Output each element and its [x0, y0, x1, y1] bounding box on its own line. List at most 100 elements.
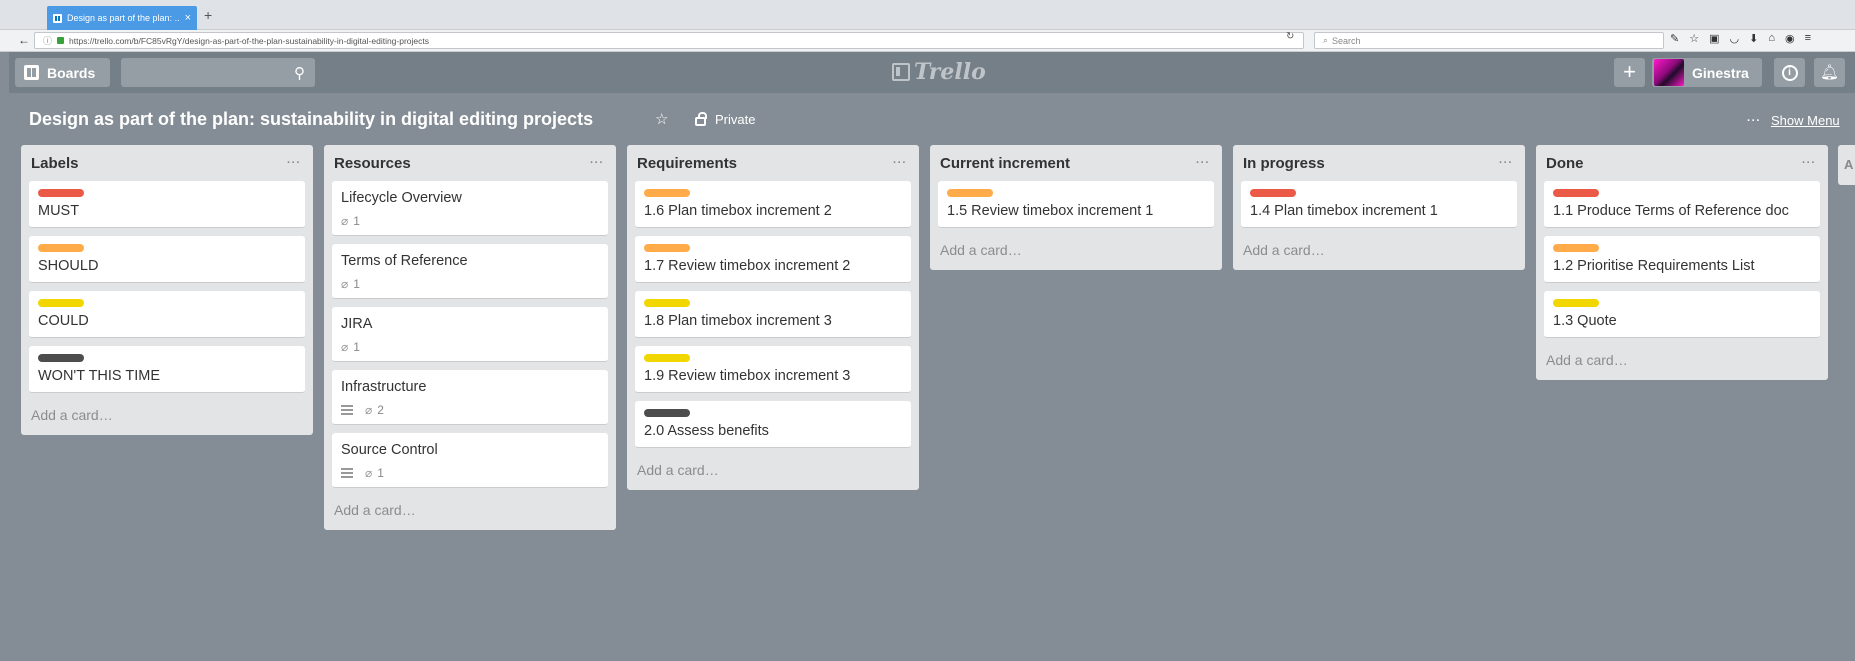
visibility-label: Private	[715, 112, 756, 127]
download-icon[interactable]: ⬇	[1749, 32, 1758, 45]
description-badge	[341, 468, 353, 478]
card-title: 1.4 Plan timebox increment 1	[1250, 203, 1438, 219]
card[interactable]: Source Control ⌀ 1	[332, 433, 608, 488]
bookmark-star-icon[interactable]: ☆	[1689, 32, 1699, 45]
add-card-button[interactable]: Add a card…	[938, 236, 1214, 270]
notifications-button[interactable]: 🔔︎	[1814, 58, 1845, 87]
card-label	[1553, 244, 1599, 252]
browser-search-input[interactable]: ⌕ Search	[1314, 32, 1664, 49]
home-icon[interactable]: ⌂	[1768, 32, 1775, 45]
address-bar[interactable]: ⓘ https://trello.com/b/FC85vRgY/design-a…	[34, 32, 1304, 49]
card[interactable]: 1.8 Plan timebox increment 3	[635, 291, 911, 338]
browser-nav-bar: ← ⓘ https://trello.com/b/FC85vRgY/design…	[0, 30, 1855, 52]
list-menu-icon[interactable]: ···	[893, 157, 907, 169]
list-title[interactable]: Labels	[31, 155, 79, 172]
card-title: WON'T THIS TIME	[38, 368, 160, 384]
card[interactable]: Infrastructure ⌀ 2	[332, 370, 608, 425]
tab-close-icon[interactable]: ×	[185, 12, 191, 24]
card[interactable]: 1.2 Prioritise Requirements List	[1544, 236, 1820, 283]
paperclip-icon: ⌀	[365, 403, 373, 417]
card[interactable]: Terms of Reference ⌀ 1	[332, 244, 608, 299]
info-button[interactable]: i	[1774, 58, 1805, 87]
card[interactable]: Lifecycle Overview ⌀ 1	[332, 181, 608, 236]
info-icon: i	[1781, 64, 1798, 81]
add-card-button[interactable]: Add a card…	[29, 401, 305, 435]
clipboard-icon[interactable]: ▣	[1709, 32, 1719, 45]
card[interactable]: 1.1 Produce Terms of Reference doc	[1544, 181, 1820, 228]
list-header: Done ···	[1544, 145, 1820, 181]
lock-icon	[695, 111, 707, 126]
card[interactable]: 1.5 Review timebox increment 1	[938, 181, 1214, 228]
list-title[interactable]: In progress	[1243, 155, 1325, 172]
add-button[interactable]: +	[1614, 58, 1645, 87]
card[interactable]: MUST	[29, 181, 305, 228]
add-list-peek[interactable]: A	[1838, 145, 1855, 185]
list-title[interactable]: Done	[1546, 155, 1584, 172]
card[interactable]: 1.4 Plan timebox increment 1	[1241, 181, 1517, 228]
card-title: 1.5 Review timebox increment 1	[947, 203, 1154, 219]
list-menu-icon[interactable]: ···	[590, 157, 604, 169]
card-label	[38, 354, 84, 362]
star-icon[interactable]: ☆	[655, 110, 668, 128]
trello-header: Boards ⚲ Trello + Ginestra i 🔔︎	[9, 52, 1855, 93]
card[interactable]: SHOULD	[29, 236, 305, 283]
url-text: https://trello.com/b/FC85vRgY/design-as-…	[69, 35, 430, 46]
list-header: Resources ···	[332, 145, 608, 181]
member-menu-button[interactable]: Ginestra	[1652, 58, 1762, 87]
card-title: JIRA	[341, 316, 373, 332]
attachment-badge: ⌀ 1	[341, 340, 360, 354]
attachment-count: 1	[353, 340, 360, 354]
back-arrow-icon[interactable]: ←	[18, 33, 30, 47]
list-title[interactable]: Resources	[334, 155, 411, 172]
card[interactable]: 1.9 Review timebox increment 3	[635, 346, 911, 393]
list-title[interactable]: Requirements	[637, 155, 737, 172]
description-icon	[341, 468, 353, 478]
card-label	[38, 299, 84, 307]
visibility-button[interactable]: Private	[695, 111, 756, 127]
browser-tab[interactable]: Design as part of the plan: ... ×	[47, 6, 197, 30]
card[interactable]: 2.0 Assess benefits	[635, 401, 911, 448]
list-menu-icon[interactable]: ···	[1499, 157, 1513, 169]
trello-favicon-icon	[53, 13, 62, 23]
add-card-button[interactable]: Add a card…	[635, 456, 911, 490]
add-card-button[interactable]: Add a card…	[1544, 346, 1820, 380]
wrench-icon[interactable]: ✎	[1670, 32, 1679, 45]
card[interactable]: 1.7 Review timebox increment 2	[635, 236, 911, 283]
paperclip-icon: ⌀	[341, 277, 349, 291]
new-tab-button[interactable]: +	[204, 7, 212, 23]
show-menu-button[interactable]: ··· Show Menu	[1747, 113, 1840, 128]
menu-icon[interactable]: ≡	[1805, 32, 1811, 45]
list: Resources ··· Lifecycle Overview ⌀ 1 Terms of…	[324, 145, 616, 530]
card-label	[38, 244, 84, 252]
list-title[interactable]: Current increment	[940, 155, 1070, 172]
board-title[interactable]: Design as part of the plan: sustainabili…	[29, 109, 593, 130]
card[interactable]: 1.6 Plan timebox increment 2	[635, 181, 911, 228]
card-title: 1.8 Plan timebox increment 3	[644, 313, 832, 329]
attachment-count: 1	[353, 277, 360, 291]
list: In progress ··· 1.4 Plan timebox increment…	[1233, 145, 1525, 270]
list-menu-icon[interactable]: ···	[1196, 157, 1210, 169]
boards-label: Boards	[47, 64, 96, 81]
extension-icon[interactable]: ◉	[1785, 32, 1795, 45]
card[interactable]: 1.3 Quote	[1544, 291, 1820, 338]
boards-button[interactable]: Boards	[15, 58, 110, 87]
trello-logo-icon	[892, 63, 910, 81]
card-title: Terms of Reference	[341, 253, 468, 269]
list-header: Labels ···	[29, 145, 305, 181]
list-menu-icon[interactable]: ···	[1802, 157, 1816, 169]
card[interactable]: WON'T THIS TIME	[29, 346, 305, 393]
reload-icon[interactable]: ↻	[1286, 31, 1294, 42]
info-icon[interactable]: ⓘ	[43, 34, 52, 47]
card-badges: ⌀ 1	[341, 277, 599, 291]
list-menu-icon[interactable]: ···	[287, 157, 301, 169]
card[interactable]: COULD	[29, 291, 305, 338]
add-card-button[interactable]: Add a card…	[332, 496, 608, 530]
pocket-icon[interactable]: ◡	[1730, 32, 1740, 45]
card[interactable]: JIRA ⌀ 1	[332, 307, 608, 362]
trello-logo[interactable]: Trello	[892, 59, 986, 85]
board-search-input[interactable]: ⚲	[121, 58, 315, 87]
card-title: SHOULD	[38, 258, 99, 274]
toolbar-icons: ✎ ☆ ▣ ◡ ⬇ ⌂ ◉ ≡	[1670, 32, 1811, 45]
card-label	[38, 189, 84, 197]
add-card-button[interactable]: Add a card…	[1241, 236, 1517, 270]
